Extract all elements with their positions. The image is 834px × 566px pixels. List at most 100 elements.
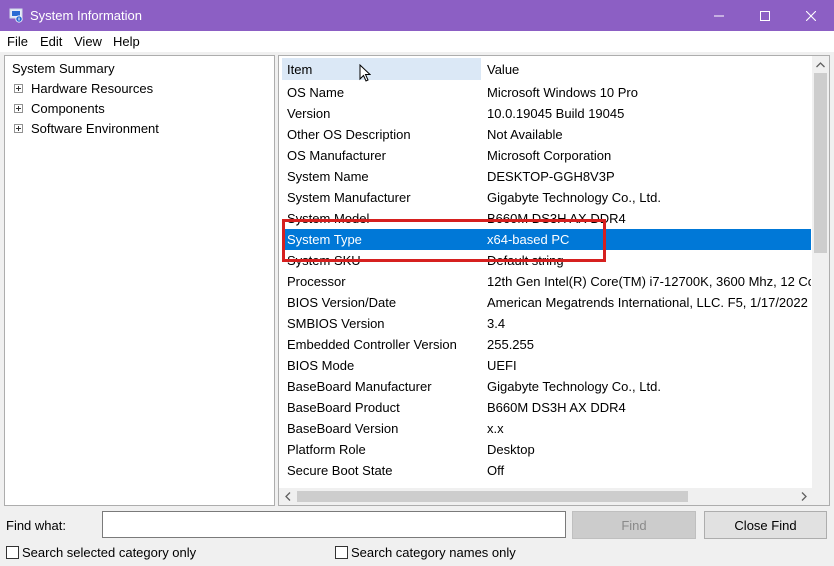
row-item: OS Name: [287, 85, 345, 100]
row-item: Version: [287, 106, 331, 121]
horizontal-scrollbar[interactable]: [279, 488, 812, 505]
mouse-pointer-icon: [359, 64, 371, 82]
expand-icon[interactable]: [14, 124, 23, 133]
checkbox-box[interactable]: [6, 546, 19, 559]
list-row-baseboard-version[interactable]: BaseBoard Version x.x: [282, 418, 811, 439]
list-row-os-name[interactable]: OS Name Microsoft Windows 10 Pro: [282, 82, 811, 103]
row-item: Platform Role: [287, 442, 366, 457]
column-header-label: Value: [487, 62, 520, 77]
find-input[interactable]: [102, 511, 566, 538]
window-title: System Information: [30, 8, 142, 23]
menu-view[interactable]: View: [74, 34, 102, 49]
maximize-button[interactable]: [742, 0, 788, 31]
chevron-left-icon: [284, 492, 290, 501]
row-value: Desktop: [487, 442, 535, 457]
details-list[interactable]: Item Value OS Name Microsoft Windows 10 P…: [278, 55, 830, 506]
close-find-button[interactable]: Close Find: [704, 511, 827, 539]
row-value: Microsoft Corporation: [487, 148, 612, 163]
row-item: System Manufacturer: [287, 190, 411, 205]
tree-item-label: Hardware Resources: [31, 81, 154, 96]
menu-file[interactable]: File: [7, 34, 28, 49]
list-row-baseboard-product[interactable]: BaseBoard Product B660M DS3H AX DDR4: [282, 397, 811, 418]
row-value: Microsoft Windows 10 Pro: [487, 85, 638, 100]
row-item: Other OS Description: [287, 127, 411, 142]
row-item: BaseBoard Product: [287, 400, 400, 415]
list-row-system-name[interactable]: System Name DESKTOP-GGH8V3P: [282, 166, 811, 187]
expand-icon[interactable]: [14, 84, 23, 93]
row-item: BIOS Version/Date: [287, 295, 397, 310]
row-item: OS Manufacturer: [287, 148, 386, 163]
horizontal-scroll-thumb[interactable]: [297, 491, 688, 502]
annotation-highlight-box: [282, 219, 606, 262]
row-item: BaseBoard Version: [287, 421, 399, 436]
maximize-icon: [760, 10, 770, 21]
list-row-system-manufacturer[interactable]: System Manufacturer Gigabyte Technology C…: [282, 187, 811, 208]
scrollbar-corner: [812, 488, 829, 505]
column-header-item[interactable]: Item: [282, 58, 481, 82]
row-value: B660M DS3H AX DDR4: [487, 400, 626, 415]
expand-icon[interactable]: [14, 104, 23, 113]
row-item: BIOS Mode: [287, 358, 355, 373]
list-row-version[interactable]: Version 10.0.19045 Build 19045: [282, 103, 811, 124]
vertical-scrollbar[interactable]: [812, 56, 829, 488]
menu-bar: File Edit View Help: [0, 31, 834, 52]
column-header-value[interactable]: Value: [482, 58, 812, 80]
row-value: 3.4: [487, 316, 506, 331]
list-row-baseboard-manufacturer[interactable]: BaseBoard Manufacturer Gigabyte Technolog…: [282, 376, 811, 397]
row-value: Gigabyte Technology Co., Ltd.: [487, 190, 661, 205]
list-row-bios-mode[interactable]: BIOS Mode UEFI: [282, 355, 811, 376]
list-row-embedded-controller-version[interactable]: Embedded Controller Version 255.255: [282, 334, 811, 355]
vertical-scroll-thumb[interactable]: [814, 73, 827, 253]
category-tree[interactable]: System Summary Hardware Resources Compon…: [4, 55, 275, 506]
list-row-platform-role[interactable]: Platform Role Desktop: [282, 439, 811, 460]
chevron-right-icon: [801, 492, 807, 501]
row-item: SMBIOS Version: [287, 316, 385, 331]
search-category-names-checkbox[interactable]: Search category names only: [335, 545, 525, 560]
list-row-secure-boot-state[interactable]: Secure Boot State Off: [282, 460, 811, 481]
close-icon: [806, 10, 816, 21]
list-row-other-os-description[interactable]: Other OS Description Not Available: [282, 124, 811, 145]
column-header-label: Item: [287, 62, 313, 77]
tree-item-hardware-resources[interactable]: Hardware Resources: [5, 79, 165, 97]
row-value: DESKTOP-GGH8V3P: [487, 169, 615, 184]
minimize-button[interactable]: [696, 0, 742, 31]
scroll-right-button[interactable]: [795, 488, 812, 505]
row-value: 255.255: [487, 337, 534, 352]
find-what-label: Find what:: [6, 518, 66, 533]
find-button[interactable]: Find: [572, 511, 696, 539]
list-row-os-manufacturer[interactable]: OS Manufacturer Microsoft Corporation: [282, 145, 811, 166]
close-button[interactable]: [788, 0, 834, 31]
search-selected-category-checkbox[interactable]: Search selected category only: [6, 545, 206, 560]
list-row-processor[interactable]: Processor 12th Gen Intel(R) Core(TM) i7-1…: [282, 271, 811, 292]
row-item: BaseBoard Manufacturer: [287, 379, 432, 394]
tree-item-system-summary[interactable]: System Summary: [5, 59, 115, 77]
checkbox-label: Search selected category only: [22, 545, 197, 560]
row-value: Gigabyte Technology Co., Ltd.: [487, 379, 661, 394]
list-row-smbios-version[interactable]: SMBIOS Version 3.4: [282, 313, 811, 334]
scroll-left-button[interactable]: [279, 488, 296, 505]
minimize-icon: [714, 15, 724, 16]
menu-help[interactable]: Help: [113, 34, 140, 49]
scroll-up-button[interactable]: [812, 56, 829, 73]
row-value: Not Available: [487, 127, 563, 142]
row-item: System Name: [287, 169, 369, 184]
row-value: UEFI: [487, 358, 517, 373]
menu-edit[interactable]: Edit: [40, 34, 62, 49]
row-value: American Megatrends International, LLC. …: [487, 295, 808, 310]
row-item: Processor: [287, 274, 346, 289]
tree-item-components[interactable]: Components: [5, 99, 165, 117]
list-row-bios-version-date[interactable]: BIOS Version/Date American Megatrends Int…: [282, 292, 811, 313]
checkbox-box[interactable]: [335, 546, 348, 559]
row-value: 10.0.19045 Build 19045: [487, 106, 625, 121]
row-item: Secure Boot State: [287, 463, 393, 478]
system-info-icon: [9, 8, 23, 23]
tree-item-label: Software Environment: [31, 121, 159, 136]
chevron-up-icon: [816, 61, 825, 67]
tree-item-label: Components: [31, 101, 105, 116]
tree-item-software-environment[interactable]: Software Environment: [5, 119, 165, 137]
row-value: 12th Gen Intel(R) Core(TM) i7-12700K, 36…: [487, 274, 811, 289]
tree-item-label: System Summary: [12, 61, 115, 76]
row-value: Off: [487, 463, 505, 478]
row-item: Embedded Controller Version: [287, 337, 457, 352]
title-bar: System Information: [0, 0, 834, 31]
